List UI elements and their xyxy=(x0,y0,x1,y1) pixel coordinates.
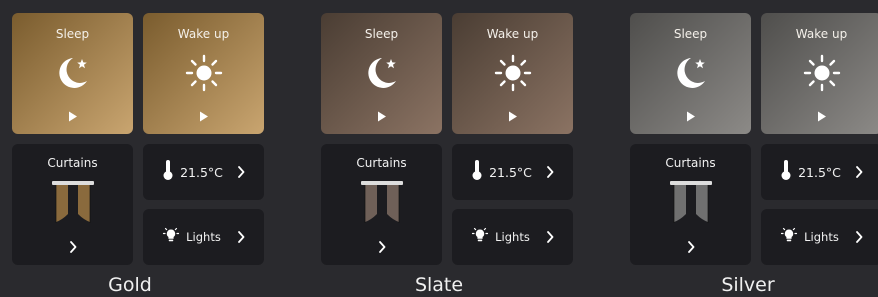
chevron-right-icon[interactable] xyxy=(321,241,442,253)
chevron-right-icon[interactable] xyxy=(12,241,133,253)
sleep-label: Sleep xyxy=(673,27,708,41)
chevron-right-icon[interactable] xyxy=(855,163,863,182)
wake-up-scene-tile[interactable]: Wake up xyxy=(143,13,264,134)
moon-star-icon xyxy=(630,53,751,93)
curtains-tile[interactable]: Curtains xyxy=(630,144,751,265)
temperature-tile[interactable]: 21.5°C xyxy=(143,144,264,200)
wake-up-label: Wake up xyxy=(795,27,848,41)
chevron-right-icon[interactable] xyxy=(546,228,554,247)
play-icon[interactable] xyxy=(143,111,264,122)
moon-star-icon xyxy=(12,53,133,93)
thermometer-icon xyxy=(162,159,174,185)
theme-name: Slate xyxy=(414,274,464,296)
chevron-right-icon[interactable] xyxy=(237,163,245,182)
sun-icon xyxy=(143,53,264,93)
sun-icon xyxy=(452,53,573,93)
theme-name: Silver xyxy=(721,274,775,296)
temperature-value: 21.5°C xyxy=(489,164,532,180)
play-icon[interactable] xyxy=(321,111,442,122)
wake-up-label: Wake up xyxy=(177,27,230,41)
play-icon[interactable] xyxy=(12,111,133,122)
chevron-right-icon[interactable] xyxy=(855,228,863,247)
theme-group: Sleep Wake up xyxy=(0,0,264,297)
lights-tile[interactable]: Lights xyxy=(761,209,878,265)
wake-up-scene-tile[interactable]: Wake up xyxy=(452,13,573,134)
curtains-tile[interactable]: Curtains xyxy=(12,144,133,265)
curtains-icon xyxy=(321,180,442,224)
bulb-icon xyxy=(471,226,489,248)
moon-star-icon xyxy=(321,53,442,93)
lights-label: Lights xyxy=(186,230,221,244)
thermometer-icon xyxy=(780,159,792,185)
chevron-right-icon[interactable] xyxy=(630,241,751,253)
sleep-scene-tile[interactable]: Sleep xyxy=(630,13,751,134)
bulb-icon xyxy=(780,226,798,248)
curtains-label: Curtains xyxy=(356,156,407,170)
curtains-tile[interactable]: Curtains xyxy=(321,144,442,265)
theme-group: Sleep Wake up xyxy=(618,0,878,297)
sleep-label: Sleep xyxy=(55,27,90,41)
play-icon[interactable] xyxy=(452,111,573,122)
temperature-value: 21.5°C xyxy=(798,164,841,180)
theme-group: Sleep Wake up xyxy=(309,0,573,297)
temperature-tile[interactable]: 21.5°C xyxy=(761,144,878,200)
curtains-icon xyxy=(12,180,133,224)
thermometer-icon xyxy=(471,159,483,185)
sleep-scene-tile[interactable]: Sleep xyxy=(321,13,442,134)
curtains-icon xyxy=(630,180,751,224)
lights-label: Lights xyxy=(495,230,530,244)
curtains-label: Curtains xyxy=(47,156,98,170)
theme-name: Gold xyxy=(108,274,152,296)
chevron-right-icon[interactable] xyxy=(546,163,554,182)
temperature-tile[interactable]: 21.5°C xyxy=(452,144,573,200)
chevron-right-icon[interactable] xyxy=(237,228,245,247)
play-icon[interactable] xyxy=(630,111,751,122)
sleep-label: Sleep xyxy=(364,27,399,41)
play-icon[interactable] xyxy=(761,111,878,122)
temperature-value: 21.5°C xyxy=(180,164,223,180)
wake-up-scene-tile[interactable]: Wake up xyxy=(761,13,878,134)
curtains-label: Curtains xyxy=(665,156,716,170)
lights-tile[interactable]: Lights xyxy=(452,209,573,265)
sleep-scene-tile[interactable]: Sleep xyxy=(12,13,133,134)
sun-icon xyxy=(761,53,878,93)
bulb-icon xyxy=(162,226,180,248)
lights-label: Lights xyxy=(804,230,839,244)
lights-tile[interactable]: Lights xyxy=(143,209,264,265)
wake-up-label: Wake up xyxy=(486,27,539,41)
